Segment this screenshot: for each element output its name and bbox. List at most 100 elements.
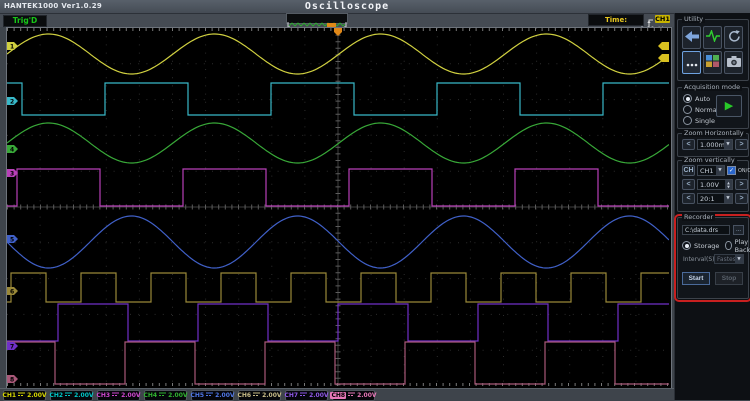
channel-label-ch6[interactable]: CH62.00V — [238, 390, 281, 401]
volts-per-div-value: 1.00V — [700, 181, 719, 189]
channel-marker-ch1[interactable]: 1 — [7, 42, 18, 50]
channel-cycle-button[interactable]: CH — [682, 165, 695, 176]
channel-label-ch8[interactable]: CH82.00V — [332, 390, 375, 401]
trigger-level-marker[interactable] — [658, 42, 669, 50]
dc-coupling-icon — [300, 391, 307, 399]
browse-button[interactable]: ... — [733, 225, 744, 235]
channel-name: CH1 — [2, 392, 16, 399]
channel-name: CH8 — [330, 392, 346, 399]
pulse-button[interactable] — [703, 26, 722, 49]
channel-name: CH6 — [237, 392, 251, 399]
tiles-icon — [706, 55, 719, 70]
radio-icon[interactable] — [683, 94, 692, 103]
run-button[interactable]: ▶ — [716, 95, 742, 117]
recorder-mode-play-back[interactable]: Play Back — [725, 240, 750, 251]
channel-label-ch2[interactable]: CH2 2.00V — [50, 390, 93, 401]
control-panel: Utility Acquisition mode AutoNormalSingl… — [674, 13, 750, 400]
timebase-increase-button[interactable]: > — [735, 139, 748, 150]
record-file-input[interactable]: C:\data.drs — [682, 225, 730, 235]
zoom-horizontal-group: Zoom Horizontally < 1.000ms▼ > — [677, 133, 749, 157]
svg-text:1: 1 — [10, 43, 14, 50]
channel-marker-ch3[interactable]: 3 — [7, 169, 18, 177]
chevron-down-icon: ▼ — [735, 255, 743, 263]
app-version-title: HANTEK1000 Ver1.0.29 — [4, 2, 102, 10]
waveform-display[interactable]: 1 2 4 3 5 6 7 8 — [6, 27, 672, 389]
channel-marker-ch8[interactable]: 8 — [7, 375, 18, 383]
radio-label: Single — [695, 117, 715, 125]
channel-label-ch7[interactable]: CH72.00V — [285, 390, 328, 401]
timebase-decrease-button[interactable]: < — [682, 139, 695, 150]
zoom-vertical-group: Zoom vertically CH CH1▼ ✓ ON/OFF < 1.00V… — [677, 160, 749, 212]
channel-marker-ch7[interactable]: 7 — [7, 342, 18, 350]
channel-scale: 2.00V — [168, 392, 187, 399]
channel-label-ch4[interactable]: CH42.00V — [144, 390, 187, 401]
probe-decrease-button[interactable]: < — [682, 193, 695, 204]
channel-label-ch5[interactable]: CH52.00V — [191, 390, 234, 401]
radio-icon[interactable] — [725, 241, 731, 250]
dc-coupling-icon — [112, 391, 119, 399]
channel-scale: 2.00V — [74, 392, 93, 399]
radio-icon[interactable] — [683, 105, 692, 114]
acquisition-mode-group: Acquisition mode AutoNormalSingle ▶ — [677, 87, 749, 129]
svg-text:7: 7 — [10, 343, 14, 350]
interval-select[interactable]: Fastest▼ — [714, 254, 744, 264]
channel-marker-ch2[interactable]: 2 — [7, 97, 18, 105]
ellipsis-button[interactable] — [682, 51, 701, 74]
channel-label-ch1[interactable]: CH12.00V — [3, 390, 46, 401]
channel-marker-ch5[interactable]: 5 — [7, 235, 18, 243]
volts-per-div-stepper[interactable]: 1.00V ▲▼ — [697, 179, 733, 190]
back-arrow-button[interactable] — [682, 26, 701, 49]
channel-name: CH7 — [284, 392, 298, 399]
channel-name: CH3 — [96, 392, 110, 399]
camera-button[interactable] — [724, 51, 743, 74]
dc-coupling-icon — [206, 391, 213, 399]
acquisition-option-normal[interactable]: Normal — [683, 104, 719, 115]
volts-increase-button[interactable]: > — [735, 179, 748, 190]
dc-coupling-icon — [253, 391, 260, 399]
record-start-button[interactable]: Start — [682, 272, 710, 285]
channel-onoff-checkbox[interactable]: ✓ — [727, 166, 736, 175]
back-arrow-icon — [685, 30, 699, 45]
radio-icon[interactable] — [682, 241, 691, 250]
recorder-group-label: Recorder — [682, 214, 715, 221]
zoom-horizontal-label: Zoom Horizontally — [682, 130, 746, 137]
dc-coupling-icon — [348, 391, 355, 399]
timebase-select[interactable]: 1.000ms▼ — [697, 139, 733, 150]
chevron-down-icon[interactable]: ▼ — [724, 194, 732, 203]
channel-scale: 2.00V — [215, 392, 234, 399]
record-stop-button[interactable]: Stop — [715, 272, 743, 285]
scope-graticule: 1 2 4 3 5 6 7 8 — [7, 28, 669, 386]
chevron-down-icon[interactable]: ▼ — [716, 166, 724, 175]
zoom-vertical-label: Zoom vertically — [682, 157, 737, 164]
channel-name: CH2 — [49, 392, 63, 399]
dc-coupling-icon — [18, 391, 25, 399]
probe-increase-button[interactable]: > — [735, 193, 748, 204]
capture-preview[interactable] — [286, 13, 348, 24]
chevron-down-icon[interactable]: ▼ — [724, 140, 732, 149]
radio-label: Play Back — [735, 238, 750, 254]
utility-group-label: Utility — [682, 16, 705, 23]
rotate-button[interactable] — [724, 26, 743, 49]
acquisition-radios: Auto Normal Single — [683, 93, 719, 126]
volts-decrease-button[interactable]: < — [682, 179, 695, 190]
stepper-arrows-icon[interactable]: ▲▼ — [725, 180, 732, 189]
svg-text:5: 5 — [10, 236, 14, 243]
trigger-level-marker[interactable] — [658, 54, 669, 62]
acquisition-option-auto[interactable]: Auto — [683, 93, 719, 104]
ellipsis-icon — [686, 55, 698, 70]
window-title: Oscilloscope — [305, 1, 389, 12]
channel-select[interactable]: CH1▼ — [697, 165, 725, 176]
tiles-button[interactable] — [703, 51, 722, 74]
channel-marker-ch4[interactable]: 4 — [7, 145, 18, 153]
acquisition-option-single[interactable]: Single — [683, 115, 719, 126]
channel-onoff-label: ON/OFF — [738, 168, 750, 174]
oscilloscope-window: HANTEK1000 Ver1.0.29 Oscilloscope Trig'D… — [0, 0, 750, 400]
radio-label: Normal — [695, 106, 719, 114]
probe-ratio-select[interactable]: 20:1▼ — [697, 193, 733, 204]
channel-label-ch3[interactable]: CH32.00V — [97, 390, 140, 401]
recorder-mode-storage[interactable]: Storage — [682, 240, 719, 251]
title-bar: HANTEK1000 Ver1.0.29 Oscilloscope — [0, 0, 750, 14]
radio-icon[interactable] — [683, 116, 692, 125]
channel-marker-ch6[interactable]: 6 — [7, 287, 18, 295]
interval-label: Interval(S) — [683, 256, 714, 263]
